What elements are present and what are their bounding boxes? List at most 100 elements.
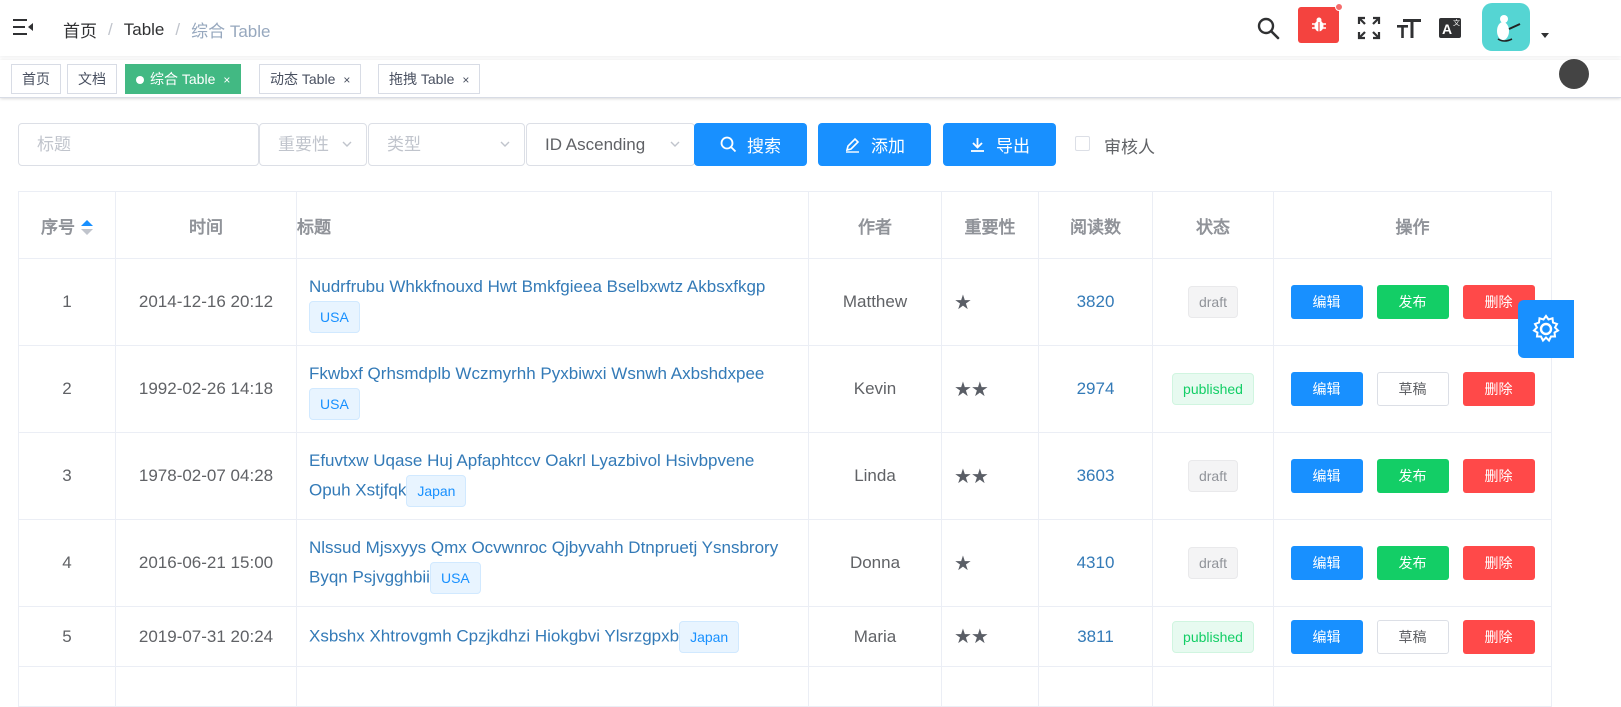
cell-status: draft <box>1152 519 1274 607</box>
cell-title: Nudrfrubu Whkkfnouxd Hwt Bmkfgieea Bselb… <box>296 258 809 346</box>
breadcrumb-current: 综合 Table <box>191 22 271 41</box>
edit-button[interactable]: 编辑 <box>1290 459 1363 493</box>
svg-text:A: A <box>1442 21 1452 37</box>
tag-label: 动态 Table <box>270 71 336 87</box>
tag-home[interactable]: 首页 <box>11 64 61 94</box>
error-log-button[interactable] <box>1298 7 1339 43</box>
edit-button[interactable]: 编辑 <box>1290 285 1363 319</box>
breadcrumb-table[interactable]: Table <box>124 20 165 40</box>
draft-button[interactable]: 草稿 <box>1376 372 1449 406</box>
title-link[interactable]: Xsbshx Xhtrovgmh Cpzjkdhzi Hiokgbvi Ylsr… <box>309 626 679 645</box>
language-icon[interactable]: A文 <box>1437 14 1465 42</box>
add-button[interactable]: 添加 <box>818 123 931 166</box>
cell-time: 1978-02-07 04:28 <box>115 432 297 520</box>
status-badge: published <box>1172 373 1254 405</box>
cell-status: published <box>1152 606 1274 667</box>
table-row: 1 2014-12-16 20:12 Nudrfrubu Whkkfnouxd Hw… <box>18 258 1552 346</box>
cell-reads: 3811 <box>1038 606 1153 667</box>
reviewer-checkbox[interactable] <box>1075 136 1090 151</box>
font-size-icon[interactable] <box>1396 14 1424 42</box>
breadcrumb-separator: / <box>175 19 181 39</box>
importance-placeholder: 重要性 <box>278 135 329 154</box>
edit-button[interactable]: 编辑 <box>1290 372 1363 406</box>
type-placeholder: 类型 <box>387 135 421 154</box>
title-input[interactable]: 标题 <box>18 123 259 166</box>
type-tag: USA <box>429 561 481 594</box>
reads-link[interactable]: 3811 <box>1077 627 1114 646</box>
sort-value: ID Ascending <box>545 135 646 154</box>
cell-id: 3 <box>18 432 116 520</box>
tag-dynamic-table[interactable]: 动态 Table × <box>259 64 362 94</box>
title-link[interactable]: Fkwbxf Qrhsmdplb Wczmyrhh Pyxbiwxi Wsnwh… <box>309 364 764 383</box>
delete-button[interactable]: 删除 <box>1462 372 1535 406</box>
cell-title: Efuvtxw Uqase Huj Apfaphtccv Oakrl Lyazb… <box>296 432 809 520</box>
cell-id: 5 <box>18 606 116 667</box>
publish-button[interactable]: 发布 <box>1376 546 1449 580</box>
sort-select[interactable]: ID Ascending <box>526 123 695 166</box>
reads-link[interactable]: 4310 <box>1077 553 1115 572</box>
status-badge: published <box>1172 620 1254 653</box>
title-link[interactable]: Nlssud Mjsxyys Qmx Ocvwnroc Qjbyvahh Dtn… <box>309 538 778 586</box>
search-icon[interactable] <box>1254 14 1282 42</box>
title-link[interactable]: Nudrfrubu Whkkfnouxd Hwt Bmkfgieea Bselb… <box>309 277 765 296</box>
column-header-time: 时间 <box>115 191 297 259</box>
delete-button[interactable]: 删除 <box>1462 546 1535 580</box>
column-header-reads: 阅读数 <box>1038 191 1153 259</box>
tag-complex-table[interactable]: 综合 Table × <box>125 64 242 94</box>
tag-drag-table[interactable]: 拖拽 Table × <box>378 64 481 94</box>
cell-title: Xsbshx Xhtrovgmh Cpzjkdhzi Hiokgbvi Ylsr… <box>296 606 809 667</box>
column-header-actions: 操作 <box>1273 191 1552 259</box>
type-tag: Japan <box>679 620 740 653</box>
status-badge: draft <box>1187 547 1238 579</box>
export-button[interactable]: 导出 <box>943 123 1056 166</box>
table-row: 3 1978-02-07 04:28 Efuvtxw Uqase Huj Apfap… <box>18 432 1552 520</box>
scroll-handle[interactable] <box>1559 59 1589 89</box>
cell-time: 2019-07-31 20:24 <box>115 606 297 667</box>
tag-label: 拖拽 Table <box>389 71 455 87</box>
caret-down-icon[interactable] <box>1541 33 1549 38</box>
edit-button[interactable]: 编辑 <box>1290 546 1363 580</box>
star-icon: ★★ <box>954 465 989 488</box>
hamburger-icon[interactable] <box>13 17 33 37</box>
cell-reads: 3603 <box>1038 432 1153 520</box>
breadcrumb-home[interactable]: 首页 <box>63 17 97 42</box>
cell-status: draft <box>1152 258 1274 346</box>
title-link[interactable]: Efuvtxw Uqase Huj Apfaphtccv Oakrl Lyazb… <box>309 451 754 499</box>
column-header-id[interactable]: 序号 <box>18 191 116 259</box>
type-select[interactable]: 类型 <box>368 123 525 166</box>
search-button[interactable]: 搜索 <box>694 123 807 166</box>
cell-author: Maria <box>808 606 942 667</box>
avatar[interactable] <box>1482 3 1530 51</box>
delete-button[interactable]: 删除 <box>1462 619 1535 654</box>
column-header-importance: 重要性 <box>941 191 1039 259</box>
cell-importance: ★★ <box>941 345 1039 433</box>
reads-link[interactable]: 3603 <box>1077 466 1115 485</box>
status-badge: draft <box>1187 460 1238 492</box>
column-header-author: 作者 <box>808 191 942 259</box>
edit-button[interactable]: 编辑 <box>1290 619 1363 654</box>
settings-button[interactable] <box>1518 300 1574 358</box>
reads-link[interactable]: 3820 <box>1077 292 1115 311</box>
reviewer-label[interactable]: 审核人 <box>1104 133 1155 158</box>
delete-button[interactable]: 删除 <box>1462 459 1535 493</box>
sort-icon[interactable] <box>81 220 93 236</box>
cell-status: published <box>1152 345 1274 433</box>
close-icon[interactable]: × <box>223 73 230 87</box>
cell-author: Matthew <box>808 258 942 346</box>
importance-select[interactable]: 重要性 <box>259 123 367 166</box>
fullscreen-icon[interactable] <box>1355 14 1383 42</box>
cell-time: 2016-06-21 15:00 <box>115 519 297 607</box>
draft-button[interactable]: 草稿 <box>1376 619 1449 654</box>
publish-button[interactable]: 发布 <box>1376 459 1449 493</box>
chevron-down-icon <box>500 141 510 147</box>
breadcrumb-separator: / <box>108 19 113 39</box>
close-icon[interactable]: × <box>462 73 469 87</box>
publish-button[interactable]: 发布 <box>1376 285 1449 319</box>
tag-docs[interactable]: 文档 <box>67 64 117 94</box>
close-icon[interactable]: × <box>343 73 350 87</box>
navbar: 首页 / Table / 综合 Table A文 <box>0 0 1621 56</box>
edit-icon <box>845 137 860 153</box>
cell-reads: 3820 <box>1038 258 1153 346</box>
tag-label: 综合 Table <box>150 71 216 87</box>
reads-link[interactable]: 2974 <box>1077 379 1115 398</box>
